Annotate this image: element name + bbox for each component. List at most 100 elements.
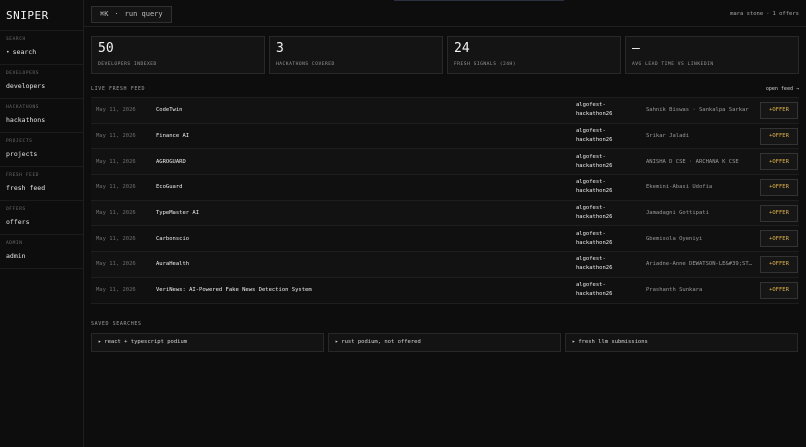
hackathon-name[interactable]: algofest-hackathon26	[576, 281, 646, 299]
sidebar-item-developers[interactable]: developers	[0, 78, 83, 99]
offer-button[interactable]: +OFFER	[760, 101, 798, 119]
hackathon-name-line: algofest-	[576, 282, 606, 289]
stat-card-lead-time: — AVG LEAD TIME VS LINKEDIN	[625, 36, 799, 74]
offer-button[interactable]: +OFFER	[760, 178, 798, 196]
hackathon-name[interactable]: algofest-hackathon26	[576, 101, 646, 119]
sidebar-nav: SEARCH • search DEVELOPERS developers HACKATH…	[0, 31, 83, 269]
feed-row[interactable]: May 11, 2026 EcoGuard algofest-hackathon26…	[91, 175, 799, 201]
sidebar-item-projects[interactable]: projects	[0, 146, 83, 167]
open-feed-link[interactable]: open feed →	[766, 86, 799, 92]
hackathon-name[interactable]: algofest-hackathon26	[576, 127, 646, 145]
bullet-icon: ▸	[335, 339, 339, 345]
sidebar-item-search[interactable]: • search	[0, 44, 83, 65]
project-title[interactable]: TypeMaster AI	[156, 210, 576, 216]
shortcut-label: ⌘K	[100, 10, 109, 18]
feed-row[interactable]: May 11, 2026 Finance AI algofest-hackathon…	[91, 123, 799, 150]
hackathon-name-line: algofest-	[576, 128, 606, 135]
hackathon-name-line: hackathon26	[576, 137, 613, 144]
project-title[interactable]: Finance AI	[156, 133, 576, 139]
stat-label: DEVELOPERS INDEXED	[98, 62, 157, 67]
feed-row[interactable]: May 11, 2026 AGROGUARD algofest-hackathon2…	[91, 149, 799, 176]
sidebar-item-admin[interactable]: admin	[0, 248, 83, 269]
hackathon-name-line: hackathon26	[576, 188, 613, 195]
feed-row[interactable]: May 11, 2026 VeriNews: AI-Powered Fake Ne…	[91, 277, 799, 304]
stat-label: FRESH SIGNALS (24H)	[454, 62, 517, 67]
hackathon-name[interactable]: algofest-hackathon26	[576, 178, 646, 196]
active-indicator-icon: •	[6, 48, 10, 56]
stats-row: 50 DEVELOPERS INDEXED 3 HACKATHONS COVER…	[84, 27, 806, 74]
hackathon-name-line: hackathon26	[576, 162, 613, 169]
offer-button[interactable]: +OFFER	[760, 153, 798, 171]
user-separator: ·	[766, 11, 770, 17]
team-members: Sahnik Biswas · Sankalpa Sarkar	[646, 107, 749, 114]
project-title[interactable]: EcoGuard	[156, 184, 576, 190]
command-palette-button[interactable]: ⌘K · run query	[91, 5, 172, 23]
project-title[interactable]: VeriNews: AI-Powered Fake News Detection…	[156, 287, 576, 293]
feed-date: May 11, 2026	[96, 107, 136, 114]
stat-value: 3	[276, 41, 284, 56]
sidebar-item-label: admin	[6, 252, 26, 260]
project-title[interactable]: CodeTwin	[156, 107, 576, 113]
saved-search-item[interactable]: ▸ react + typescript podium	[91, 332, 324, 352]
hackathon-name-line: algofest-	[576, 153, 606, 160]
user-name[interactable]: mara stone	[730, 11, 763, 17]
project-title[interactable]: Carbonscio	[156, 236, 576, 242]
app: SNIPER SEARCH • search DEVELOPERS developers…	[0, 0, 806, 447]
project-title[interactable]: AGROGUARD	[156, 159, 576, 165]
hackathon-name-line: algofest-	[576, 179, 606, 186]
sidebar-section-label: PROJECTS	[6, 139, 33, 144]
hackathon-name[interactable]: algofest-hackathon26	[576, 255, 646, 273]
offer-button[interactable]: +OFFER	[760, 281, 798, 299]
sidebar-section-label: OFFERS	[6, 207, 26, 212]
offer-button[interactable]: +OFFER	[760, 230, 798, 248]
offer-button[interactable]: +OFFER	[760, 204, 798, 222]
sidebar-item-label: projects	[6, 150, 38, 158]
offer-button[interactable]: +OFFER	[760, 127, 798, 145]
team-members: Gbemisola Oyeniyi	[646, 235, 703, 242]
team-members: ANISHA D CSE · ARCHANA K CSE	[646, 158, 739, 165]
sidebar-item-fresh-feed[interactable]: fresh feed	[0, 180, 83, 201]
feed-row[interactable]: May 11, 2026 Carbonscio algofest-hackathon…	[91, 226, 799, 253]
feed-table: May 11, 2026 CodeTwin algofest-hackathon26…	[91, 97, 799, 304]
saved-search-item[interactable]: ▸ fresh llm submissions	[565, 332, 798, 352]
hackathon-name-line: algofest-	[576, 205, 606, 212]
feed-row[interactable]: May 11, 2026 TypeMaster AI algofest-hackat…	[91, 200, 799, 227]
saved-searches-title: SAVED SEARCHES	[91, 320, 142, 327]
sidebar-item-label: offers	[6, 218, 30, 226]
offer-cell: +OFFER	[756, 204, 798, 222]
feed-row[interactable]: May 11, 2026 CodeTwin algofest-hackathon26…	[91, 98, 799, 124]
project-title[interactable]: AuraHealth	[156, 261, 576, 267]
topbar: ⌘K · run query mara stone · 1 offers	[84, 2, 806, 27]
sidebar-item-label: hackathons	[6, 116, 46, 124]
sidebar-item-hackathons[interactable]: hackathons	[0, 112, 83, 133]
top-accent-line	[394, 0, 564, 1]
stat-value: 50	[98, 41, 114, 56]
stat-value: —	[632, 41, 640, 56]
sidebar: SNIPER SEARCH • search DEVELOPERS developers…	[0, 0, 84, 447]
offer-cell: +OFFER	[756, 178, 798, 196]
feed-date: May 11, 2026	[96, 184, 136, 191]
hackathon-name[interactable]: algofest-hackathon26	[576, 153, 646, 171]
offer-cell: +OFFER	[756, 281, 798, 299]
hackathon-name-line: algofest-	[576, 256, 606, 263]
offers-count[interactable]: 1 offers	[773, 11, 800, 17]
saved-search-item[interactable]: ▸ rust podium, not offered	[328, 332, 561, 352]
hackathon-name[interactable]: algofest-hackathon26	[576, 204, 646, 222]
feed-row[interactable]: May 11, 2026 AuraHealth algofest-hackathon…	[91, 252, 799, 278]
stat-card-developers: 50 DEVELOPERS INDEXED	[91, 36, 265, 74]
sidebar-section-label: SEARCH	[6, 37, 26, 42]
sidebar-item-label: fresh feed	[6, 184, 46, 192]
brand-logo[interactable]: SNIPER	[0, 0, 83, 31]
team-members: Ekemini-Abasi Udofia	[646, 184, 713, 191]
stat-card-fresh-signals: 24 FRESH SIGNALS (24H)	[447, 36, 621, 74]
hackathon-name[interactable]: algofest-hackathon26	[576, 230, 646, 248]
offer-cell: +OFFER	[756, 101, 798, 119]
saved-search-label: rust podium, not offered	[341, 339, 421, 345]
sidebar-item-offers[interactable]: offers	[0, 214, 83, 235]
bullet-icon: ▸	[572, 339, 576, 345]
offer-button[interactable]: +OFFER	[760, 255, 798, 273]
separator-dot: ·	[114, 10, 119, 18]
offer-cell: +OFFER	[756, 255, 798, 273]
offer-cell: +OFFER	[756, 230, 798, 248]
stat-label: HACKATHONS COVERED	[276, 62, 335, 67]
